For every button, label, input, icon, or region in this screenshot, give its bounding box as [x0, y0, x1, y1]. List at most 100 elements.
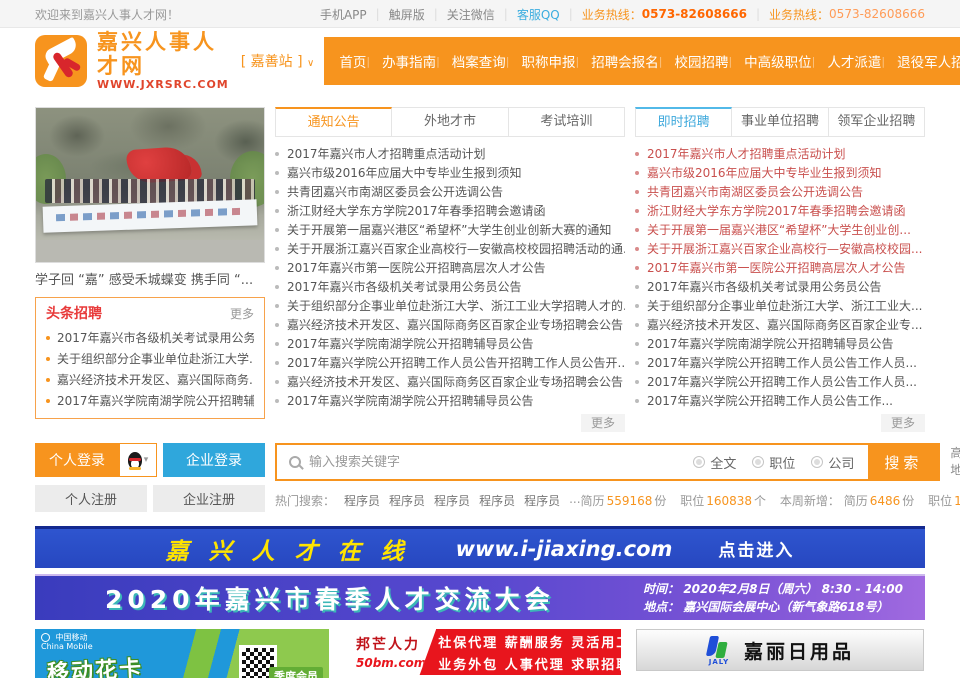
tab-instant-recruit[interactable]: 即时招聘	[635, 107, 732, 137]
nav-item[interactable]: 退役军人招聘	[881, 51, 960, 71]
recruit-item[interactable]: 2017年嘉兴学院公开招聘工作人员公告工作人员...	[635, 354, 925, 373]
headline-item[interactable]: 2017年嘉兴学院南湖学院公开招聘辅...	[46, 391, 254, 412]
news-photo[interactable]	[35, 107, 265, 263]
nav-item[interactable]: 中高级职位	[728, 51, 811, 71]
notice-item[interactable]: 嘉兴经济技术开发区、嘉兴国际商务区百家企业专场招聘会公告	[275, 316, 625, 335]
company-login-button[interactable]: 企业登录	[163, 443, 265, 477]
tab-other-city[interactable]: 外地才市	[391, 107, 508, 137]
headline-item[interactable]: 关于组织部分企事业单位赴浙江大学...	[46, 349, 254, 370]
bullet-icon	[275, 361, 279, 365]
recruit-item[interactable]: 2017年嘉兴市第一医院公开招聘高层次人才公告	[635, 259, 925, 278]
recruit-item[interactable]: 关于开展第一届嘉兴港区“希望杯”大学生创业创...	[635, 221, 925, 240]
personal-login-button[interactable]: 个人登录	[35, 443, 119, 477]
headline-list: 2017年嘉兴市各级机关考试录用公务...关于组织部分企事业单位赴浙江大学...…	[46, 328, 254, 412]
recruit-item[interactable]: 2017年嘉兴学院公开招聘工作人员公告工作...	[635, 392, 925, 411]
notice-item[interactable]: 2017年嘉兴学院南湖学院公开招聘辅导员公告	[275, 335, 625, 354]
site-logo[interactable]	[35, 35, 87, 87]
nav-item-label: 人才派遣	[827, 51, 881, 71]
tab-leading-recruit[interactable]: 领军企业招聘	[828, 107, 925, 137]
search-button[interactable]: 搜索	[868, 445, 938, 479]
notice-item[interactable]: 2017年嘉兴市人才招聘重点活动计划	[275, 145, 625, 164]
recruit-item[interactable]: 关于开展浙江嘉兴百家企业高校行—安徽高校校园...	[635, 240, 925, 259]
bullet-icon	[275, 171, 279, 175]
photo-caption[interactable]: 学子回 “嘉” 感受禾城蝶变 携手同 “...	[35, 269, 265, 288]
recruit-item[interactable]: 浙江财经大学东方学院2017年春季招聘会邀请函	[635, 202, 925, 221]
notice-item[interactable]: 嘉兴市级2016年应届大中专毕业生报到须知	[275, 164, 625, 183]
search-input[interactable]	[309, 455, 679, 470]
nav-item[interactable]: 人才派遣	[812, 51, 882, 71]
hot-term-link[interactable]: 程序员	[524, 492, 560, 509]
notice-item[interactable]: 关于开展第一届嘉兴港区“希望杯”大学生创业创新大赛的通知	[275, 221, 625, 240]
mobile-ad-title: 移动花卡	[46, 651, 144, 678]
bangmang-name: 邦芒人力	[356, 634, 426, 654]
bullet-icon	[275, 266, 279, 270]
notice-item[interactable]: 共青团嘉兴市南湖区委员会公开选调公告	[275, 183, 625, 202]
recruit-list-hot: 2017年嘉兴市人才招聘重点活动计划嘉兴市级2016年应届大中专毕业生报到须知共…	[635, 145, 925, 278]
recruit-item[interactable]: 关于组织部分企事业单位赴浙江大学、浙江工业大...	[635, 297, 925, 316]
option-company[interactable]: 公司	[811, 453, 854, 472]
jiali-logo-text: JALY	[706, 658, 732, 666]
notice-item[interactable]: 2017年嘉兴学院南湖学院公开招聘辅导员公告	[275, 392, 625, 411]
china-mobile-brand-en: China Mobile	[41, 642, 93, 651]
nav-item[interactable]: 校园招聘	[659, 51, 729, 71]
advanced-search-link[interactable]: 高级搜索	[950, 445, 960, 462]
radio-icon	[752, 456, 764, 468]
jiaxing-talent-online-banner[interactable]: 嘉 兴 人 才 在 线 www.i-jiaxing.com 点击进入	[35, 526, 925, 568]
nav-item[interactable]: 档案查询	[436, 51, 506, 71]
jiali-daily-goods-ad[interactable]: JALY 嘉丽日用品	[636, 629, 924, 671]
recruit-item[interactable]: 2017年嘉兴市人才招聘重点活动计划	[635, 145, 925, 164]
hot-term-link[interactable]: 程序员	[434, 492, 470, 509]
hot-term-link[interactable]: 程序员	[389, 492, 425, 509]
link-mobile-app[interactable]: 手机APP	[320, 6, 367, 23]
job-fair-banner[interactable]: 2020年嘉兴市春季人才交流大会 时间： 2020年2月8日（周六） 8:30 …	[35, 574, 925, 620]
bangmang-hr-ad[interactable]: 邦芒人力 50bm.com 社保代理 薪酬服务 灵活用工 业务外包 人事代理 求…	[344, 629, 621, 675]
recruit-item[interactable]: 共青团嘉兴市南湖区委员会公开选调公告	[635, 183, 925, 202]
recruit-item[interactable]: 嘉兴市级2016年应届大中专毕业生报到须知	[635, 164, 925, 183]
notice-item[interactable]: 2017年嘉兴市第一医院公开招聘高层次人才公告	[275, 259, 625, 278]
notice-item[interactable]: 嘉兴经济技术开发区、嘉兴国际商务区百家企业专场招聘会公告	[275, 373, 625, 392]
china-mobile-ad[interactable]: 中国移动 China Mobile 移动花卡 季度会员	[35, 629, 329, 678]
recruit-item[interactable]: 2017年嘉兴学院南湖学院公开招聘辅导员公告	[635, 335, 925, 354]
nav-item[interactable]: 办事指南	[366, 51, 436, 71]
qq-login-button[interactable]: ▾	[119, 443, 157, 477]
tab-institution-recruit[interactable]: 事业单位招聘	[731, 107, 828, 137]
personal-register-button[interactable]: 个人注册	[35, 485, 147, 512]
nav-item[interactable]: 职称申报	[506, 51, 576, 71]
headline-more-link[interactable]: 更多	[230, 305, 254, 322]
option-position[interactable]: 职位	[752, 453, 795, 472]
option-full-text[interactable]: 全文	[693, 453, 736, 472]
recruit-more-link[interactable]: 更多	[881, 414, 925, 432]
headline-item[interactable]: 2017年嘉兴市各级机关考试录用公务...	[46, 328, 254, 349]
stat-value: 559168	[607, 494, 653, 508]
notice-item-label: 嘉兴经济技术开发区、嘉兴国际商务区百家企业专场招聘会公告	[287, 318, 623, 332]
notice-more-link[interactable]: 更多	[581, 414, 625, 432]
notice-item[interactable]: 2017年嘉兴学院公开招聘工作人员公告开招聘工作人员公告开...	[275, 354, 625, 373]
notice-item[interactable]: 关于组织部分企事业单位赴浙江大学、浙江工业大学招聘人才的...	[275, 297, 625, 316]
recruit-item[interactable]: 2017年嘉兴学院公开招聘工作人员公告工作人员...	[635, 373, 925, 392]
headline-item[interactable]: 嘉兴经济技术开发区、嘉兴国际商务...	[46, 370, 254, 391]
hot-term-label: 程序员	[434, 494, 470, 508]
notice-item[interactable]: 浙江财经大学东方学院2017年春季招聘会邀请函	[275, 202, 625, 221]
hot-term-link[interactable]: 程序员	[344, 492, 380, 509]
link-wechat[interactable]: 关注微信	[447, 6, 495, 23]
hot-term-link[interactable]: 程序员	[479, 492, 515, 509]
mobile-ad-badge: 季度会员	[269, 667, 323, 678]
company-register-button[interactable]: 企业注册	[153, 485, 265, 512]
topbar: 欢迎来到嘉兴人事人才网！ 手机APP| 触屏版| 关注微信| 客服QQ| 业务热…	[0, 0, 960, 28]
option-label: 全文	[710, 453, 736, 472]
map-search-link[interactable]: 地图搜索	[950, 462, 960, 479]
recruit-item[interactable]: 2017年嘉兴市各级机关考试录用公务员公告	[635, 278, 925, 297]
link-touch-version[interactable]: 触屏版	[389, 6, 425, 23]
nav-item[interactable]: 首页	[339, 51, 366, 71]
notice-item[interactable]: 关于开展浙江嘉兴百家企业高校行—安徽高校校园招聘活动的通...	[275, 240, 625, 259]
recruit-item[interactable]: 嘉兴经济技术开发区、嘉兴国际商务区百家企业专...	[635, 316, 925, 335]
notice-item[interactable]: 2017年嘉兴市各级机关考试录用公务员公告	[275, 278, 625, 297]
nav-item[interactable]: 招聘会报名	[576, 51, 659, 71]
stat-unit: 份	[902, 494, 914, 508]
tab-exam-training[interactable]: 考试培训	[508, 107, 625, 137]
nav-item-label: 退役军人招聘	[897, 51, 960, 71]
link-qq-service[interactable]: 客服QQ	[517, 6, 560, 23]
tab-notice[interactable]: 通知公告	[275, 107, 392, 137]
bangmang-services-line2: 业务外包 人事代理 求职招聘	[438, 654, 621, 673]
station-selector[interactable]: [ 嘉善站 ] ∨	[241, 51, 315, 71]
